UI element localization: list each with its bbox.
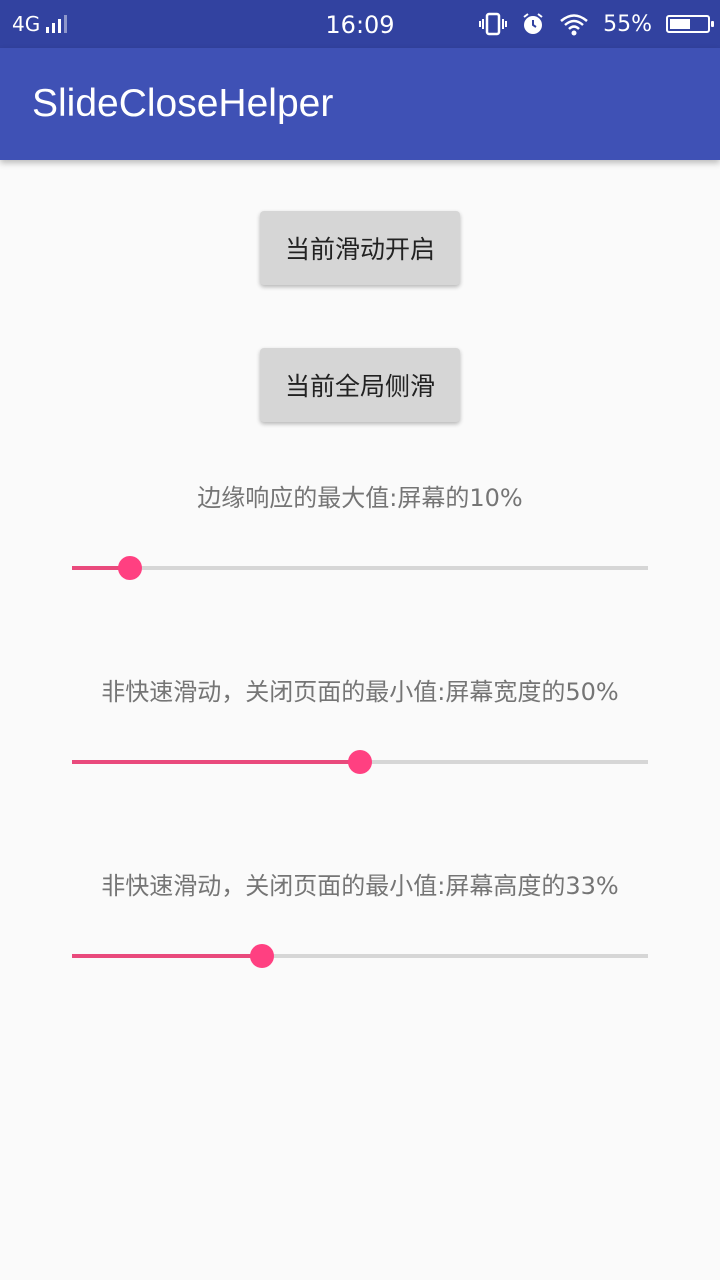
close-width-slider[interactable] [72, 742, 648, 782]
close-width-label: 非快速滑动，关闭页面的最小值:屏幕宽度的50% [101, 678, 619, 706]
slider-thumb[interactable] [250, 944, 275, 968]
close-height-label: 非快速滑动，关闭页面的最小值:屏幕高度的33% [101, 872, 619, 900]
wifi-icon [560, 14, 588, 36]
app-bar: SlideCloseHelper [0, 48, 720, 160]
slider-track [72, 566, 648, 570]
slider-progress [72, 954, 263, 958]
global-slide-button[interactable]: 当前全局侧滑 [260, 348, 460, 422]
battery-percent: 55% [603, 11, 652, 37]
slider-progress [72, 760, 360, 764]
status-icons: 55% [479, 0, 714, 48]
vibrate-icon [479, 12, 508, 36]
app-title: SlideCloseHelper [32, 82, 334, 125]
battery-icon [666, 15, 714, 33]
slider-thumb[interactable] [348, 750, 372, 774]
slider-thumb[interactable] [117, 556, 142, 580]
slide-toggle-button[interactable]: 当前滑动开启 [260, 211, 460, 285]
edge-response-slider[interactable] [72, 548, 648, 588]
alarm-icon [523, 13, 543, 34]
edge-response-label: 边缘响应的最大值:屏幕的10% [197, 484, 523, 512]
close-height-slider[interactable] [72, 936, 648, 976]
status-bar: 4G 16:09 55% [0, 0, 720, 48]
